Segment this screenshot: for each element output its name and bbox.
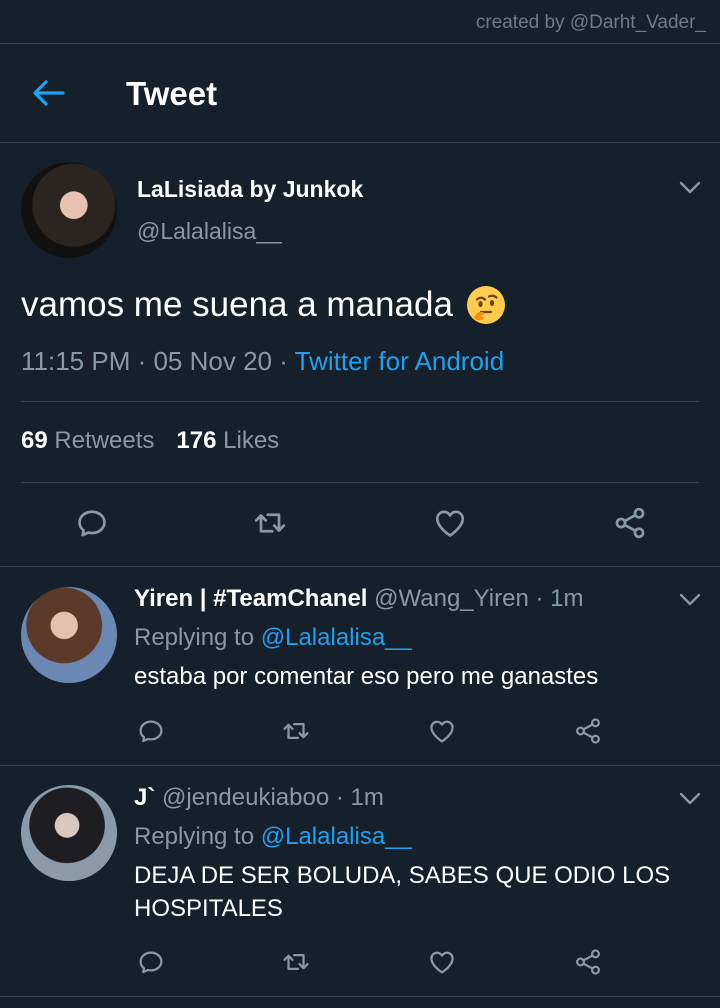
reply-author-name[interactable]: J`: [134, 784, 155, 811]
replying-to-link[interactable]: @Lalalalisa__: [261, 624, 412, 651]
chevron-down-icon[interactable]: [679, 593, 701, 607]
divider: [0, 566, 720, 567]
tweet-body: vamos me suena a manada: [21, 285, 453, 324]
replying-to: Replying to @Lalalalisa__: [134, 823, 412, 851]
divider: [0, 996, 720, 997]
chevron-down-icon[interactable]: [679, 792, 701, 806]
reply-header: J` @jendeukiaboo · 1m: [134, 784, 384, 812]
likes-label[interactable]: Likes: [223, 427, 279, 454]
retweet-count[interactable]: 69: [21, 427, 48, 454]
reply-icon[interactable]: [136, 947, 166, 977]
reply-text: estaba por comentar eso pero me ganastes: [134, 663, 599, 690]
author-handle[interactable]: @Lalalalisa__: [137, 218, 282, 245]
reply-author-handle[interactable]: @Wang_Yiren · 1m: [374, 585, 583, 612]
chevron-down-icon[interactable]: [679, 181, 701, 195]
like-icon[interactable]: [427, 947, 457, 977]
app-bar: Tweet: [0, 44, 720, 142]
avatar[interactable]: [21, 587, 117, 683]
divider: [0, 142, 720, 143]
reply-author-handle[interactable]: @jendeukiaboo · 1m: [162, 784, 384, 811]
divider: [0, 765, 720, 766]
tweet-meta: 11:15 PM · 05 Nov 20 · Twitter for Andro…: [21, 346, 504, 377]
tweet-source-link[interactable]: Twitter for Android: [295, 346, 505, 376]
tweet-stats: 69 Retweets 176 Likes: [21, 427, 279, 455]
retweet-icon[interactable]: [281, 947, 311, 977]
replying-to-label: Replying to: [134, 823, 261, 850]
page-title: Tweet: [126, 75, 218, 112]
credit-text: created by @Darht_Vader_: [475, 12, 706, 33]
author-name[interactable]: LaLisiada by Junkok: [137, 176, 363, 203]
divider: [21, 482, 699, 483]
share-icon[interactable]: [612, 505, 648, 541]
reply-icon[interactable]: [74, 505, 110, 541]
like-icon[interactable]: [427, 716, 457, 746]
retweet-icon[interactable]: [281, 716, 311, 746]
replying-to: Replying to @Lalalalisa__: [134, 624, 412, 652]
reply-text: DEJA DE SER BOLUDA, SABES QUE ODIO LOS H…: [134, 862, 671, 922]
tweet-text: vamos me suena a manada: [21, 284, 507, 326]
reply-icon[interactable]: [136, 716, 166, 746]
retweet-icon[interactable]: [252, 505, 288, 541]
replying-to-link[interactable]: @Lalalalisa__: [261, 823, 412, 850]
share-icon[interactable]: [573, 947, 603, 977]
like-icon[interactable]: [432, 505, 468, 541]
divider: [21, 401, 699, 402]
retweets-label[interactable]: Retweets: [54, 427, 154, 454]
reply-author-name[interactable]: Yiren | #TeamChanel: [134, 585, 367, 612]
reply-header: Yiren | #TeamChanel @Wang_Yiren · 1m: [134, 585, 583, 613]
share-icon[interactable]: [573, 716, 603, 746]
replying-to-label: Replying to: [134, 624, 261, 651]
like-count[interactable]: 176: [176, 427, 216, 454]
thinking-face-icon: [466, 286, 505, 324]
arrow-left-icon[interactable]: [30, 78, 66, 108]
avatar[interactable]: [21, 162, 117, 258]
tweet-timestamp: 11:15 PM · 05 Nov 20 ·: [21, 346, 295, 376]
avatar[interactable]: [21, 785, 117, 881]
